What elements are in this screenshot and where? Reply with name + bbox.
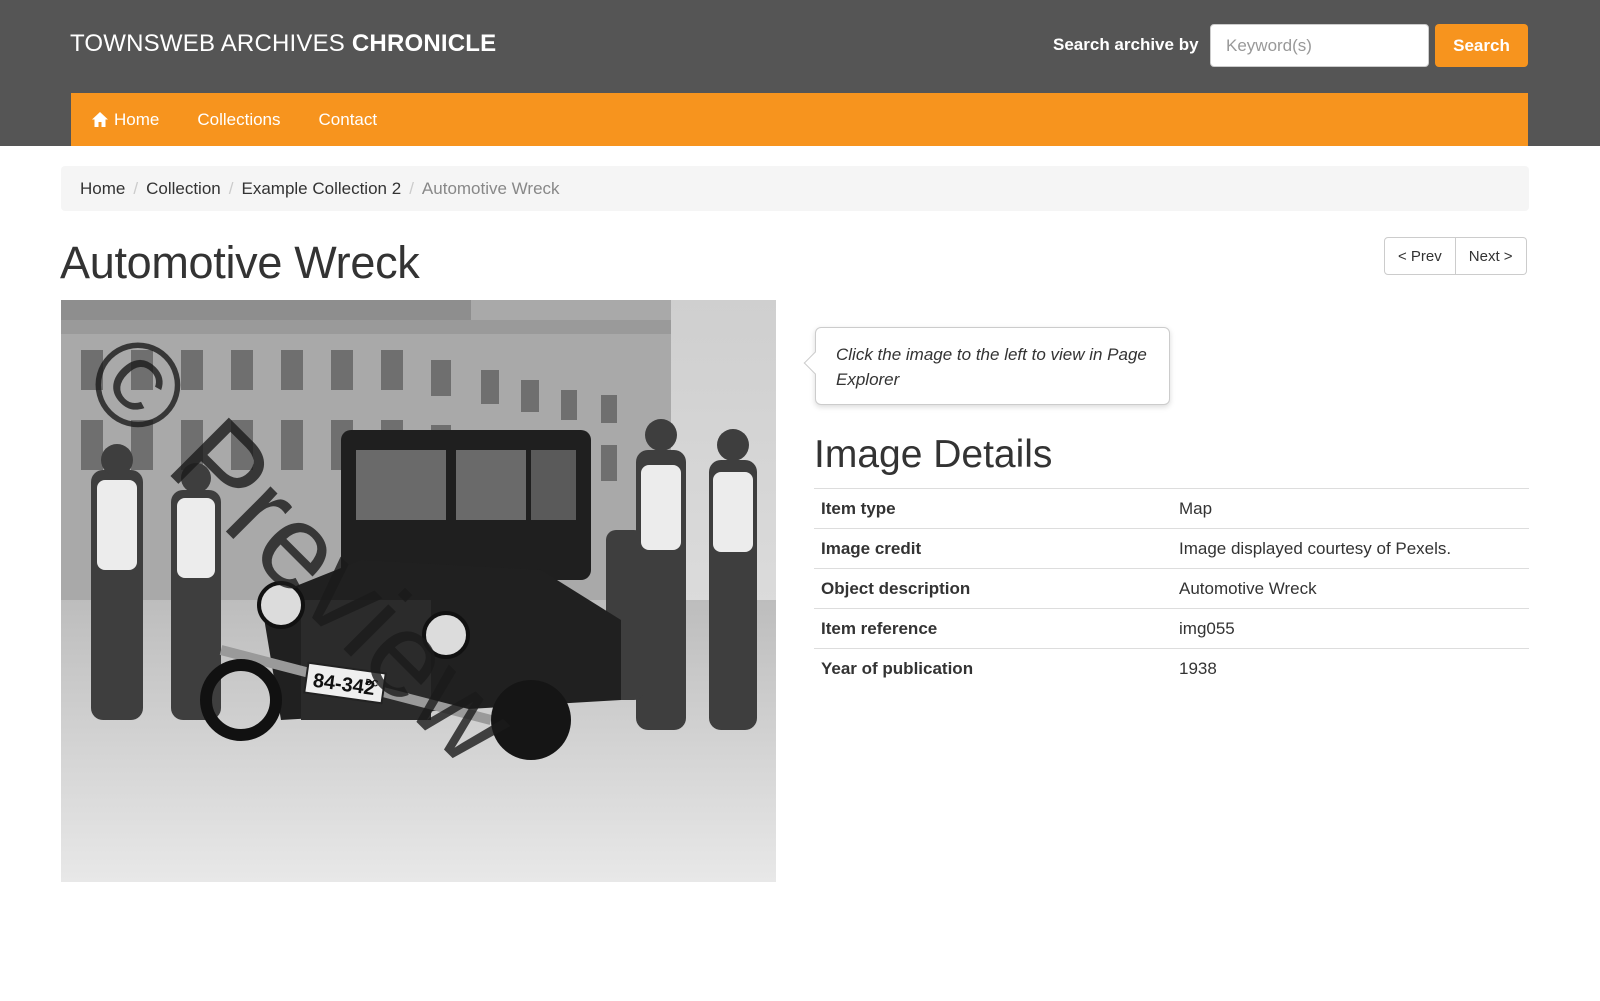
nav-item-label: Home [114,109,160,129]
home-icon [92,112,108,127]
page-title: Automotive Wreck [60,237,420,288]
prev-button[interactable]: < Prev [1384,237,1456,275]
detail-key: Item reference [821,618,938,638]
site-header: TOWNSWEB ARCHIVES CHRONICLE Search archi… [0,0,1600,146]
detail-key: Object description [821,578,971,598]
detail-key: Year of publication [821,658,974,678]
breadcrumb-current: Automotive Wreck [421,178,560,198]
item-image[interactable]: 84-342 DC © Preview [61,300,776,882]
nav-item-label: Contact [318,109,378,129]
breadcrumb-home[interactable]: Home [80,179,125,199]
tooltip-text: Click the image to the left to view in P… [836,345,1147,389]
page-explorer-tooltip: Click the image to the left to view in P… [803,327,1170,405]
detail-value: Automotive Wreck [1179,578,1317,598]
table-row: Image credit Image displayed courtesy of… [814,528,1529,569]
nav-item-collections[interactable]: Collections [197,110,280,130]
detail-key: Item type [821,498,896,518]
breadcrumb: Home / Collection / Example Collection 2… [61,166,1529,211]
photo-illustration: 84-342 DC © Preview [61,300,776,882]
pager: < Prev Next > [1384,237,1527,275]
breadcrumb-separator: / [228,178,234,198]
search-label: Search archive by [1053,35,1199,54]
search-button[interactable]: Search [1435,24,1528,67]
detail-value: 1938 [1179,658,1217,678]
details-table: Item type Map Image credit Image display… [814,488,1529,689]
next-button[interactable]: Next > [1455,237,1527,275]
search-input[interactable] [1210,24,1429,67]
brand-bold-text: CHRONICLE [351,30,497,57]
detail-value: Image displayed courtesy of Pexels. [1179,538,1452,558]
nav-item-label: Collections [197,109,281,129]
detail-value: img055 [1179,618,1235,638]
table-row: Item reference img055 [814,608,1529,649]
table-row: Item type Map [814,488,1529,529]
brand-light-text: TOWNSWEB ARCHIVES [70,30,345,57]
site-logo[interactable]: TOWNSWEB ARCHIVES CHRONICLE [70,30,496,58]
image-details-heading: Image Details [814,433,1053,476]
table-row: Object description Automotive Wreck [814,568,1529,609]
table-row: Year of publication 1938 [814,648,1529,689]
breadcrumb-separator: / [409,178,414,198]
main-nav: Home Collections Contact [71,93,1528,146]
nav-item-home[interactable]: Home [91,110,159,130]
breadcrumb-collection[interactable]: Collection [146,179,221,199]
breadcrumb-example-collection[interactable]: Example Collection 2 [241,179,401,199]
nav-item-contact[interactable]: Contact [319,110,378,130]
breadcrumb-separator: / [133,178,139,198]
detail-key: Image credit [821,538,922,558]
tooltip-arrow [803,351,827,375]
detail-value: Map [1179,498,1213,518]
